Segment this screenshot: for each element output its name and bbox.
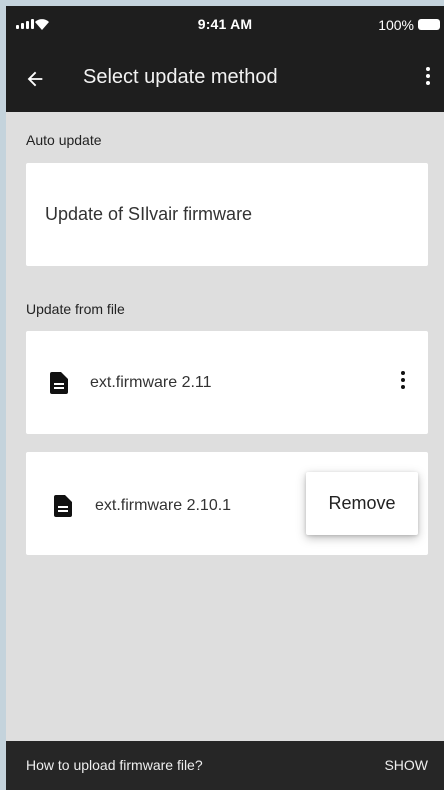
snackbar-message: How to upload firmware file?: [26, 757, 203, 773]
more-vert-icon[interactable]: [398, 371, 408, 395]
auto-update-item-label: Update of SIlvair firmware: [45, 204, 253, 224]
battery-percent: 100%: [378, 17, 414, 33]
file-name: ext.firmware 2.10.1: [95, 497, 232, 514]
auto-update-card[interactable]: Update of SIlvair firmware: [26, 163, 428, 266]
section-label-update-from-file: Update from file: [26, 301, 125, 317]
more-vert-icon[interactable]: [422, 67, 434, 91]
app-bar: Select update method: [6, 44, 444, 112]
file-row[interactable]: ext.firmware 2.11: [26, 331, 428, 434]
remove-menu-item[interactable]: Remove: [306, 472, 418, 535]
page-title: Select update method: [83, 66, 278, 88]
section-label-auto-update: Auto update: [26, 132, 102, 148]
status-bar: 9:41 AM 100%: [6, 6, 444, 44]
file-icon: [50, 372, 68, 394]
snackbar: How to upload firmware file? SHOW: [6, 741, 444, 790]
file-icon: [54, 495, 72, 517]
battery-icon: [418, 19, 440, 30]
snackbar-show-button[interactable]: SHOW: [384, 757, 428, 773]
file-name: ext.firmware 2.11: [90, 374, 212, 391]
phone-screen: 9:41 AM 100% Select update method Auto u…: [6, 6, 444, 790]
arrow-back-icon[interactable]: [24, 68, 46, 90]
popup-menu: Remove: [306, 472, 418, 535]
